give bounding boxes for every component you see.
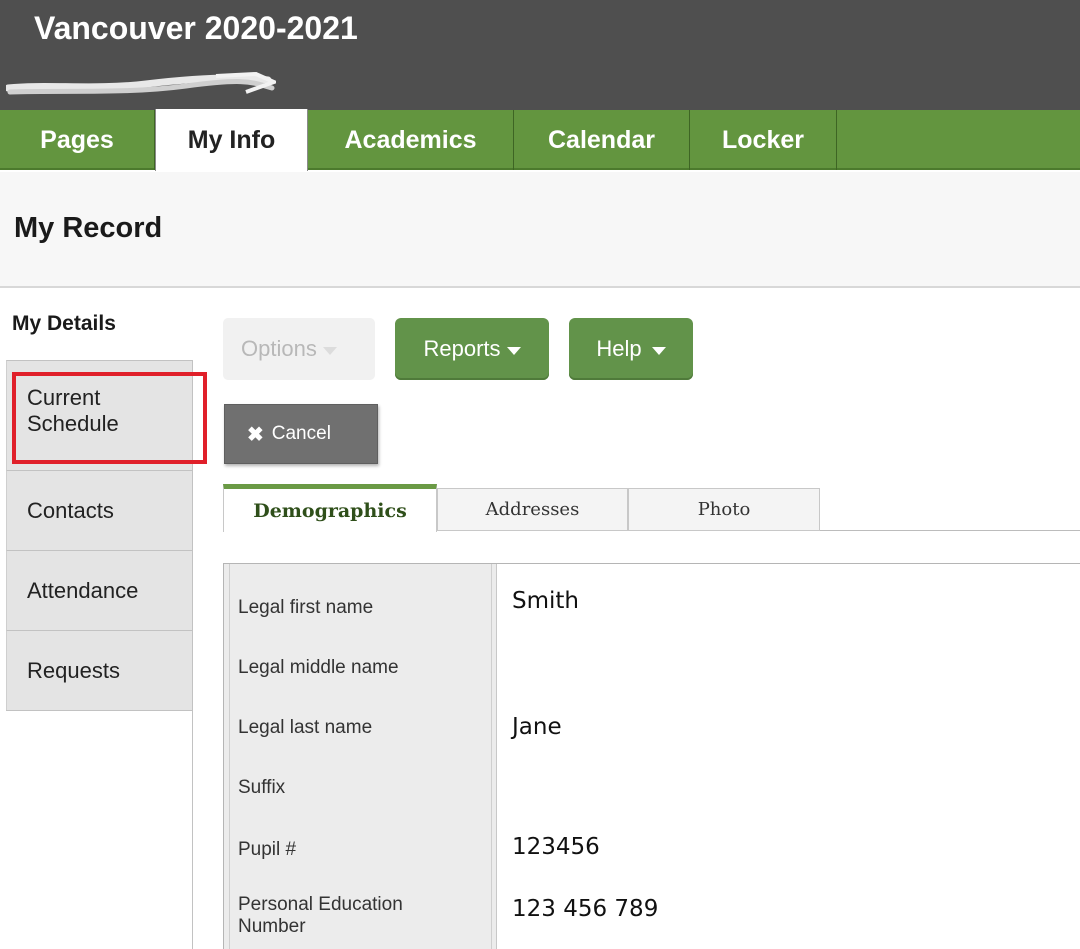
nav-tab-calendar[interactable]: Calendar (514, 110, 690, 170)
field-label-personal-education-number: Personal Education Number (238, 894, 403, 938)
form-label-column (224, 564, 497, 949)
field-label-pupil-number: Pupil # (238, 839, 297, 860)
sidebar-item-label: Contacts (27, 498, 114, 523)
field-label-line: Personal Education (238, 894, 403, 915)
options-button[interactable]: Options (223, 318, 375, 380)
school-year-title: Vancouver 2020-2021 (34, 10, 358, 46)
sidebar-item-current-schedule[interactable]: Current Schedule (6, 360, 193, 470)
reports-button[interactable]: Reports (395, 318, 549, 380)
sidebar-item-requests[interactable]: Requests (6, 630, 193, 710)
nav-tab-my-info[interactable]: My Info (155, 109, 308, 171)
app-header: Vancouver 2020-2021 (0, 0, 1080, 110)
tab-demographics[interactable]: Demographics (223, 484, 437, 532)
field-label-legal-last-name: Legal last name (238, 717, 373, 738)
reports-button-label: Reports (423, 336, 501, 361)
help-button[interactable]: Help (569, 318, 693, 380)
form-label-column-inner (229, 564, 492, 949)
sidebar-item-label: Requests (27, 658, 120, 683)
help-button-label: Help (596, 336, 642, 361)
nav-tab-locker[interactable]: Locker (690, 110, 837, 170)
sidebar-empty-area (6, 710, 193, 949)
sidebar-item-label: Attendance (27, 578, 139, 603)
field-label-legal-middle-name: Legal middle name (238, 657, 399, 678)
sidebar-item-attendance[interactable]: Attendance (6, 550, 193, 630)
tab-addresses[interactable]: Addresses (437, 488, 628, 531)
options-button-label: Options (241, 336, 317, 361)
cancel-button[interactable]: ✖ Cancel (224, 404, 378, 464)
field-label-line: Number (238, 916, 306, 937)
field-value-legal-last-name: Jane (512, 714, 562, 740)
close-icon: ✖ (247, 423, 264, 446)
chevron-down-icon (506, 346, 521, 355)
cancel-button-label: Cancel (271, 423, 331, 444)
chevron-down-icon (322, 346, 337, 355)
nav-tab-academics[interactable]: Academics (308, 110, 514, 170)
field-value-pupil-number: 123456 (512, 834, 600, 860)
field-label-suffix: Suffix (238, 777, 286, 798)
sidebar-item-label: Schedule (27, 411, 119, 436)
field-label-legal-first-name: Legal first name (238, 597, 374, 618)
redacted-username-scribble (6, 71, 276, 95)
demographics-form: Legal first name Smith Legal middle name… (223, 563, 1080, 949)
sidebar-item-contacts[interactable]: Contacts (6, 470, 193, 550)
tab-photo[interactable]: Photo (628, 488, 820, 531)
main-nav: Pages My Info Academics Calendar Locker (0, 109, 1080, 171)
nav-tab-pages[interactable]: Pages (0, 110, 155, 170)
field-value-personal-education-number: 123 456 789 (512, 896, 659, 922)
page-title: My Record (14, 212, 163, 244)
chevron-down-icon (651, 346, 666, 355)
field-value-legal-first-name: Smith (512, 588, 579, 614)
page-title-bar: My Record (0, 172, 1080, 288)
sidebar-heading-my-details[interactable]: My Details (12, 312, 116, 336)
sidebar-item-label: Current (27, 385, 101, 410)
